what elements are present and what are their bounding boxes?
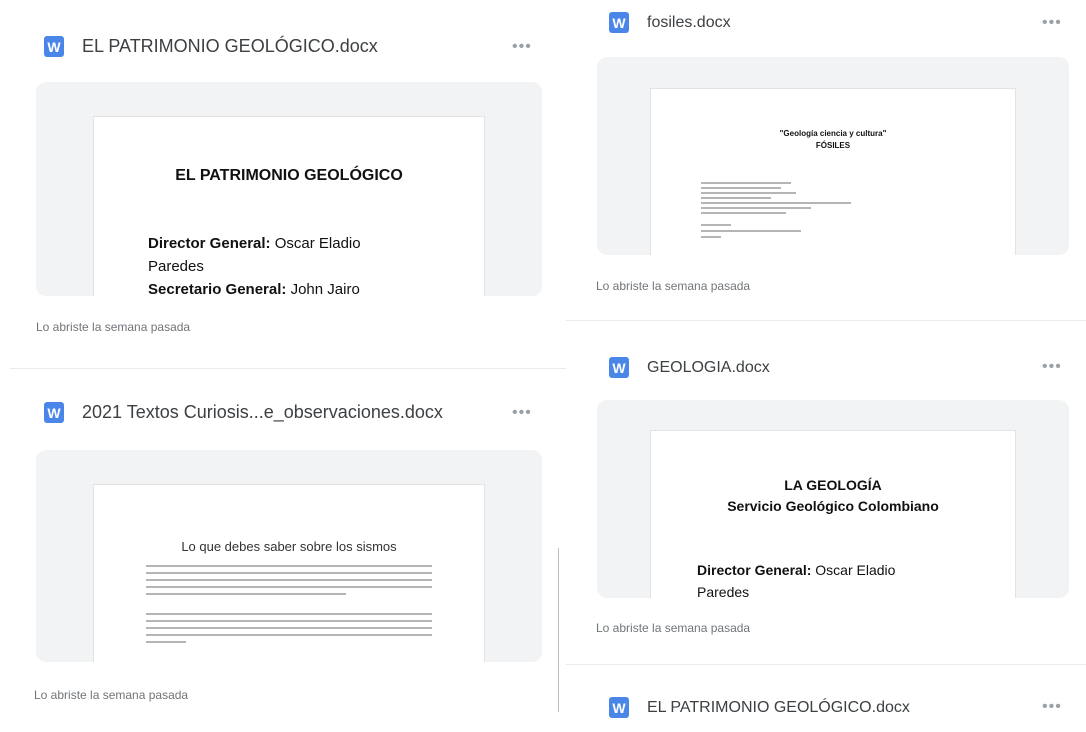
document-title: "Geología ciencia y cultura"	[779, 129, 887, 138]
word-icon: W	[609, 357, 629, 378]
file-preview[interactable]: "Geología ciencia y cultura" FÓSILES	[597, 57, 1069, 255]
file-name: 2021 Textos Curiosis...e_observaciones.d…	[82, 402, 443, 422]
document-line: Director General: Oscar Eladio	[148, 235, 361, 252]
more-options-icon[interactable]: •••	[1042, 699, 1062, 715]
last-opened-text: Lo abriste la semana pasada	[596, 279, 751, 293]
file-preview[interactable]: LA GEOLOGÍA Servicio Geológico Colombian…	[597, 400, 1069, 598]
file-preview[interactable]: EL PATRIMONIO GEOLÓGICO Director General…	[36, 82, 542, 296]
document-subtitle: Servicio Geológico Colombiano	[727, 498, 939, 514]
document-page: Lo que debes saber sobre los sismos	[94, 485, 484, 662]
document-page: EL PATRIMONIO GEOLÓGICO Director General…	[94, 117, 484, 296]
word-icon: W	[609, 12, 629, 33]
scrollbar[interactable]	[558, 548, 559, 712]
word-icon: W	[609, 697, 629, 718]
divider	[566, 320, 1086, 321]
more-options-icon[interactable]: •••	[512, 39, 532, 55]
file-name: GEOLOGIA.docx	[647, 358, 770, 376]
divider	[566, 664, 1086, 665]
last-opened-text: Lo abriste la semana pasada	[36, 320, 191, 334]
document-title: LA GEOLOGÍA	[784, 477, 882, 493]
more-options-icon[interactable]: •••	[1042, 359, 1062, 375]
document-subtitle: FÓSILES	[815, 141, 851, 150]
document-line: Secretario General: John Jairo	[148, 281, 360, 296]
last-opened-text: Lo abriste la semana pasada	[34, 688, 189, 702]
document-page: LA GEOLOGÍA Servicio Geológico Colombian…	[651, 431, 1015, 598]
last-opened-text: Lo abriste la semana pasada	[596, 621, 751, 635]
divider	[10, 368, 566, 369]
document-title: EL PATRIMONIO GEOLÓGICO	[175, 167, 403, 184]
document-line: Paredes	[697, 584, 750, 598]
word-icon: W	[44, 402, 64, 423]
more-options-icon[interactable]: •••	[512, 405, 532, 421]
file-name: fosiles.docx	[647, 13, 731, 31]
document-title: Lo que debes saber sobre los sismos	[181, 539, 397, 554]
document-page: "Geología ciencia y cultura" FÓSILES	[651, 89, 1015, 255]
file-name: EL PATRIMONIO GEOLÓGICO.docx	[82, 36, 378, 56]
file-name: EL PATRIMONIO GEOLÓGICO.docx	[647, 698, 910, 716]
file-preview[interactable]: Lo que debes saber sobre los sismos	[36, 450, 542, 662]
word-icon: W	[44, 36, 64, 57]
document-line: Director General: Oscar Eladio	[697, 562, 896, 578]
more-options-icon[interactable]: •••	[1042, 15, 1062, 31]
document-line: Paredes	[148, 258, 204, 275]
